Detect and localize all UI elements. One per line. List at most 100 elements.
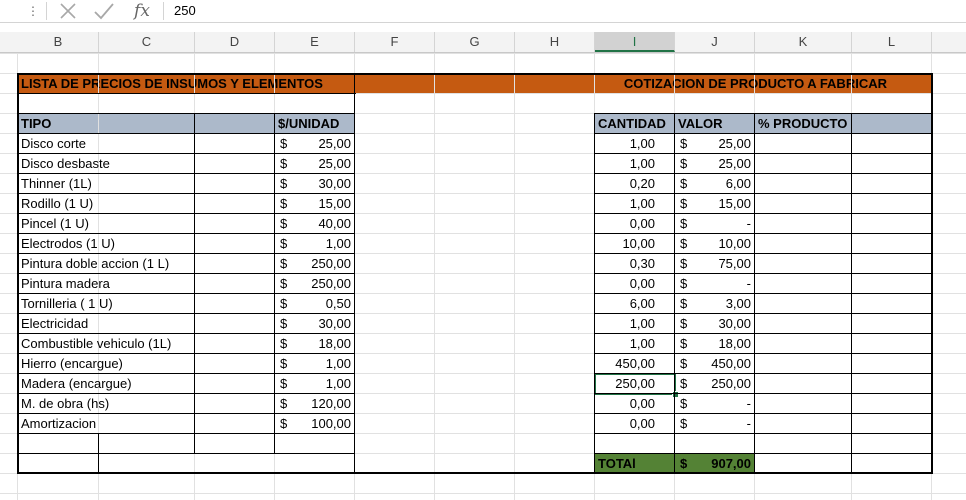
left-table-title[interactable]: LISTA DE PRECIOS DE INSUMOS Y ELEMENTOS — [18, 74, 355, 94]
cantidad-cell[interactable]: 0,20 — [595, 174, 675, 194]
valor-cell[interactable]: - — [695, 394, 755, 414]
unit-price[interactable]: 100,00 — [295, 414, 355, 434]
item-name[interactable]: Madera (encargue) — [18, 374, 195, 394]
currency-symbol: $ — [680, 196, 688, 211]
cell-border — [594, 313, 932, 314]
cell-border — [18, 173, 355, 174]
unit-price[interactable]: 40,00 — [295, 214, 355, 234]
item-name[interactable]: Pincel (1 U) — [18, 214, 195, 234]
unit-price[interactable]: 25,00 — [295, 134, 355, 154]
unit-price[interactable]: 0,50 — [295, 294, 355, 314]
item-name[interactable]: Rodillo (1 U) — [18, 194, 195, 214]
total-value[interactable]: 907,00 — [705, 454, 755, 474]
valor-cell[interactable]: 25,00 — [695, 154, 755, 174]
column-header-l[interactable]: L — [852, 32, 932, 52]
unit-price[interactable]: 25,00 — [295, 154, 355, 174]
unit-price[interactable]: 1,00 — [295, 374, 355, 394]
cantidad-cell[interactable]: 0,30 — [595, 254, 675, 274]
valor-cell[interactable]: 6,00 — [695, 174, 755, 194]
item-name[interactable]: Tornilleria ( 1 U) — [18, 294, 195, 314]
cantidad-cell[interactable]: 1,00 — [595, 334, 675, 354]
cantidad-cell[interactable]: 10,00 — [595, 234, 675, 254]
cantidad-cell[interactable]: 0,00 — [595, 394, 675, 414]
item-name[interactable]: Disco corte — [18, 134, 195, 154]
item-name[interactable]: Electrodos (1 U) — [18, 234, 195, 254]
unit-price[interactable]: 30,00 — [295, 174, 355, 194]
column-header-i[interactable]: I — [595, 32, 675, 52]
valor-cell[interactable]: 25,00 — [695, 134, 755, 154]
valor-cell[interactable]: 3,00 — [695, 294, 755, 314]
valor-cell[interactable]: 18,00 — [695, 334, 755, 354]
cell-border — [17, 73, 933, 75]
unit-price[interactable]: 30,00 — [295, 314, 355, 334]
currency-symbol: $ — [680, 176, 688, 191]
cantidad-cell[interactable]: 0,00 — [595, 274, 675, 294]
vertical-dots-icon[interactable]: ⋮ — [26, 3, 40, 19]
unit-price[interactable]: 250,00 — [295, 274, 355, 294]
currency-symbol: $ — [280, 216, 288, 231]
cell-border — [594, 413, 932, 414]
item-name[interactable]: Pintura doble accion (1 L) — [18, 254, 195, 274]
item-name[interactable]: Amortizacion — [18, 414, 195, 434]
column-header-c[interactable]: C — [99, 32, 195, 52]
total-currency[interactable]: $ — [675, 454, 705, 474]
header-unit-price[interactable]: $/UNIDAD — [275, 114, 355, 134]
column-header-g[interactable]: G — [435, 32, 515, 52]
item-name[interactable]: Combustible vehiculo (1L) — [18, 334, 195, 354]
cantidad-cell[interactable]: 450,00 — [595, 354, 675, 374]
header-pct-producto[interactable]: % PRODUCTO — [755, 114, 852, 134]
cell-border — [274, 113, 275, 454]
worksheet-grid[interactable]: LISTA DE PRECIOS DE INSUMOS Y ELEMENTOS … — [0, 53, 966, 500]
cantidad-cell[interactable]: 0,00 — [595, 414, 675, 434]
check-icon[interactable] — [92, 0, 116, 22]
cantidad-cell[interactable]: 1,00 — [595, 314, 675, 334]
cell-border — [594, 393, 932, 394]
valor-cell[interactable]: - — [695, 214, 755, 234]
gridline — [0, 493, 966, 494]
valor-cell[interactable]: 250,00 — [695, 374, 755, 394]
item-name[interactable]: Hierro (encargue) — [18, 354, 195, 374]
column-header-b[interactable]: B — [18, 32, 99, 52]
header-tipo[interactable]: TIPO — [18, 114, 195, 134]
header-blank-l[interactable] — [852, 114, 932, 134]
header-blank-d[interactable] — [195, 114, 275, 134]
item-name[interactable]: Electricidad — [18, 314, 195, 334]
unit-price[interactable]: 120,00 — [295, 394, 355, 414]
unit-price[interactable]: 1,00 — [295, 234, 355, 254]
valor-cell[interactable]: - — [695, 274, 755, 294]
cantidad-cell[interactable]: 1,00 — [595, 154, 675, 174]
valor-cell[interactable]: 450,00 — [695, 354, 755, 374]
valor-cell[interactable]: 15,00 — [695, 194, 755, 214]
close-icon[interactable] — [56, 0, 80, 22]
valor-cell[interactable]: 10,00 — [695, 234, 755, 254]
valor-cell[interactable]: 75,00 — [695, 254, 755, 274]
unit-price[interactable]: 15,00 — [295, 194, 355, 214]
valor-cell[interactable]: 30,00 — [695, 314, 755, 334]
unit-price[interactable]: 250,00 — [295, 254, 355, 274]
item-name[interactable]: M. de obra (hs) — [18, 394, 195, 414]
cantidad-cell[interactable]: 1,00 — [595, 194, 675, 214]
column-header-j[interactable]: J — [675, 32, 755, 52]
valor-cell[interactable]: - — [695, 414, 755, 434]
cantidad-cell[interactable]: 6,00 — [595, 294, 675, 314]
cantidad-cell[interactable]: 1,00 — [595, 134, 675, 154]
column-header-h[interactable]: H — [515, 32, 595, 52]
unit-price[interactable]: 18,00 — [295, 334, 355, 354]
fx-icon[interactable]: fx — [128, 0, 156, 22]
divider — [46, 2, 47, 20]
header-valor[interactable]: VALOR — [675, 114, 755, 134]
formula-input[interactable]: 250 — [174, 0, 196, 22]
item-name[interactable]: Pintura madera — [18, 274, 195, 294]
cantidad-cell[interactable]: 250,00 — [595, 374, 675, 394]
column-header-f[interactable]: F — [355, 32, 435, 52]
column-header-k[interactable]: K — [755, 32, 852, 52]
column-header-e[interactable]: E — [275, 32, 355, 52]
total-label[interactable]: TOTAl — [595, 454, 675, 474]
unit-price[interactable]: 1,00 — [295, 354, 355, 374]
right-table-title[interactable]: COTIZACION DE PRODUCTO A FABRICAR — [355, 74, 932, 94]
column-header-d[interactable]: D — [195, 32, 275, 52]
header-cantidad[interactable]: CANTIDAD — [595, 114, 675, 134]
item-name[interactable]: Disco desbaste — [18, 154, 195, 174]
item-name[interactable]: Thinner (1L) — [18, 174, 195, 194]
cantidad-cell[interactable]: 0,00 — [595, 214, 675, 234]
